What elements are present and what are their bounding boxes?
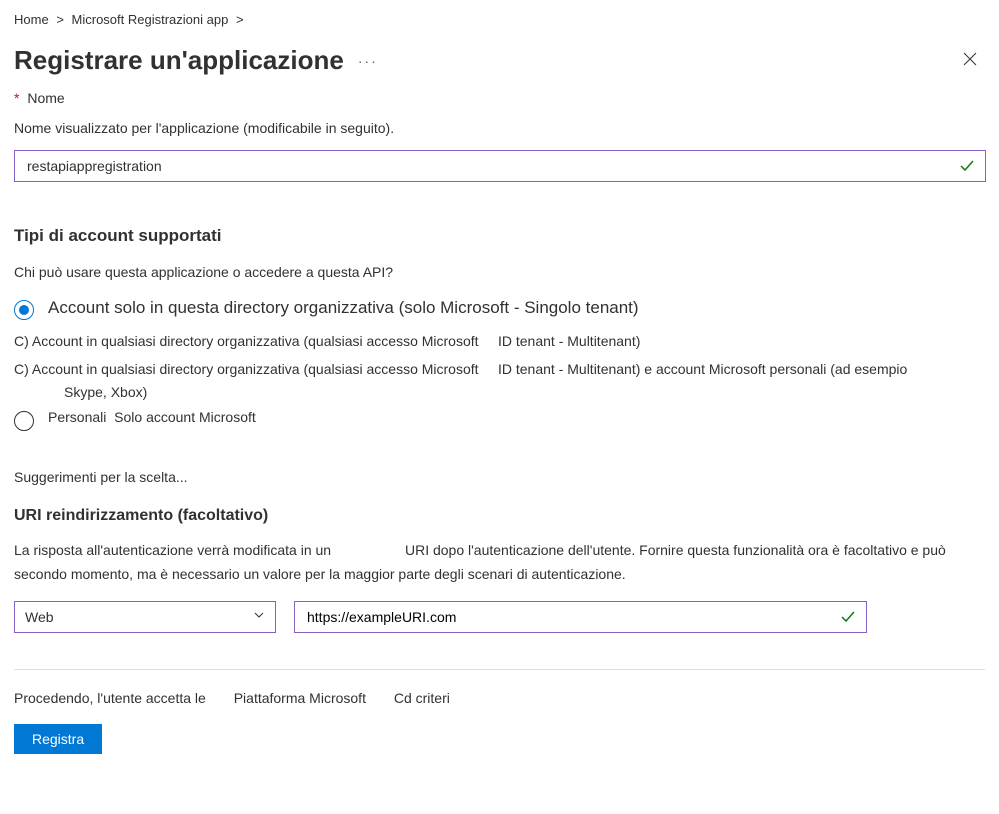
register-button[interactable]: Registra [14, 724, 102, 754]
page-title: Registrare un'applicazione [14, 45, 344, 76]
platform-select[interactable]: Web [14, 601, 276, 633]
chevron-down-icon [253, 609, 265, 624]
platform-select-value: Web [25, 609, 54, 625]
radio-single-tenant-label: Account solo in questa directory organiz… [48, 298, 639, 318]
accept-text-3: Cd criteri [394, 690, 450, 706]
name-label-row: * Nome [14, 90, 985, 106]
redirect-row: Web [14, 601, 985, 633]
checkmark-icon [840, 609, 856, 625]
radio-personal-label-b: Solo account Microsoft [114, 409, 256, 425]
account-types-question: Chi può usare questa applicazione o acce… [14, 264, 985, 280]
account-types-hint-link[interactable]: Suggerimenti per la scelta... [14, 469, 188, 485]
redirect-description: La risposta all'autenticazione verrà mod… [14, 539, 985, 587]
redirect-uri-input-wrap[interactable] [294, 601, 867, 633]
checkmark-icon [959, 158, 975, 174]
name-input[interactable] [25, 157, 959, 175]
name-label: Nome [27, 90, 64, 106]
radio-personal[interactable]: Personali Solo account Microsoft [14, 409, 985, 431]
more-actions-icon[interactable]: ··· [358, 53, 378, 69]
account-types-heading: Tipi di account supportati [14, 226, 985, 246]
radio-multitenant-line: C) Account in qualsiasi directory organi… [14, 330, 985, 352]
radio-multitenant-personal-line: C) Account in qualsiasi directory organi… [14, 358, 985, 403]
name-helper: Nome visualizzato per l'applicazione (mo… [14, 120, 985, 136]
radio-personal-label-a: Personali [48, 409, 106, 425]
required-asterisk: * [14, 90, 19, 106]
accept-text-1: Procedendo, l'utente accetta le [14, 690, 206, 706]
title-row: Registrare un'applicazione ··· [14, 45, 985, 76]
breadcrumb-sep: > [56, 12, 64, 27]
radio-icon[interactable] [14, 411, 34, 431]
radio-icon[interactable] [14, 300, 34, 320]
accept-line: Procedendo, l'utente accetta le Piattafo… [14, 690, 985, 706]
divider [14, 669, 985, 670]
accept-text-2: Piattaforma Microsoft [234, 690, 366, 706]
redirect-uri-input[interactable] [305, 608, 840, 626]
name-input-wrap[interactable] [14, 150, 986, 182]
radio-single-tenant[interactable]: Account solo in questa directory organiz… [14, 298, 985, 320]
breadcrumb: Home > Microsoft Registrazioni app > [14, 12, 985, 27]
breadcrumb-home[interactable]: Home [14, 12, 49, 27]
breadcrumb-sep2: > [236, 12, 244, 27]
redirect-heading: URI reindirizzamento (facoltativo) [14, 507, 985, 525]
breadcrumb-app[interactable]: Microsoft Registrazioni app [72, 12, 229, 27]
close-icon[interactable] [955, 46, 985, 75]
